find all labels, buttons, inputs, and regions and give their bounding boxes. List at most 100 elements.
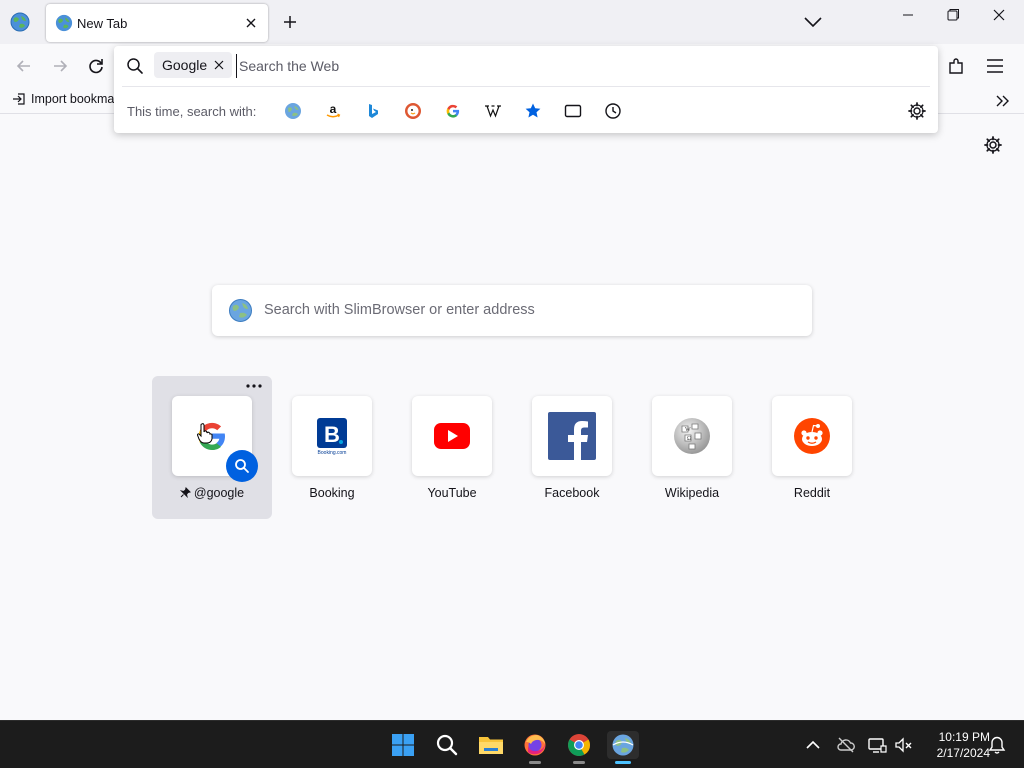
- search-engine-chip-label: Google: [162, 57, 208, 73]
- globe-icon: [55, 14, 73, 32]
- tab-new-tab[interactable]: New Tab: [46, 4, 268, 42]
- double-chevron-icon[interactable]: [994, 92, 1012, 110]
- windows-icon: [392, 734, 414, 756]
- volume-muted-icon[interactable]: [893, 735, 913, 755]
- wikipedia-icon: W Ω: [674, 418, 710, 454]
- bell-icon[interactable]: [987, 735, 1007, 755]
- shortcut-label: YouTube: [427, 486, 477, 500]
- taskbar: 10:19 PM 2/17/2024: [0, 720, 1024, 768]
- reddit-icon: [794, 418, 830, 454]
- firefox-button[interactable]: [521, 731, 549, 764]
- shortcut-icon-box: [772, 396, 852, 476]
- booking-icon: B Booking.com: [317, 418, 347, 456]
- svg-text:B: B: [324, 422, 340, 447]
- tab-icon: [564, 104, 582, 118]
- shortcut-icon-box: B Booking.com: [292, 396, 372, 476]
- search-shortcut-badge: [226, 450, 258, 482]
- oneoff-bookmarks-button[interactable]: [523, 101, 543, 121]
- globe-icon: [612, 734, 634, 756]
- arrow-right-icon[interactable]: [50, 56, 70, 76]
- firefox-icon: [524, 734, 546, 756]
- shortcut-label: @google: [152, 486, 272, 500]
- cloud-offline-icon[interactable]: [836, 735, 856, 755]
- reload-icon[interactable]: [86, 56, 106, 76]
- shortcut-label: Wikipedia: [664, 486, 720, 500]
- gear-icon[interactable]: [983, 135, 1003, 155]
- amazon-icon: a: [326, 102, 341, 118]
- shortcut-icon-box: [532, 396, 612, 476]
- folder-icon: [479, 737, 503, 754]
- clock-icon: [605, 103, 621, 119]
- globe-icon: [229, 299, 252, 322]
- puzzle-icon[interactable]: [946, 56, 966, 76]
- oneoff-wikipedia-button[interactable]: [483, 101, 503, 121]
- slimbrowser-taskbar-button[interactable]: [607, 731, 639, 764]
- shortcut-label: Reddit: [793, 486, 831, 500]
- divider: [122, 86, 930, 87]
- arrow-left-icon[interactable]: [14, 56, 34, 76]
- search-icon: [235, 459, 249, 473]
- youtube-icon: [434, 423, 470, 449]
- start-button[interactable]: [389, 731, 417, 759]
- network-icon[interactable]: [867, 735, 887, 755]
- shortcut-reddit[interactable]: Reddit: [752, 376, 872, 519]
- svg-text:W: W: [685, 427, 691, 433]
- close-icon[interactable]: [214, 60, 224, 70]
- svg-text:Ω: Ω: [687, 436, 692, 442]
- minimize-icon[interactable]: [893, 6, 923, 24]
- active-indicator: [615, 761, 631, 764]
- pin-icon: [179, 487, 191, 498]
- file-explorer-button[interactable]: [477, 731, 505, 759]
- shortcut-label: Booking: [309, 486, 355, 500]
- chrome-icon: [568, 734, 590, 756]
- oneoff-amazon-button[interactable]: a: [323, 101, 343, 121]
- shortcut-google[interactable]: @google: [152, 376, 272, 519]
- close-icon[interactable]: [242, 14, 260, 32]
- shortcut-facebook[interactable]: Facebook: [512, 376, 632, 519]
- oneoff-history-button[interactable]: [603, 101, 623, 121]
- plus-icon[interactable]: [280, 12, 300, 32]
- globe-icon[interactable]: [10, 12, 30, 32]
- chrome-button[interactable]: [565, 731, 593, 764]
- one-off-search-label: This time, search with:: [127, 104, 257, 119]
- taskbar-clock[interactable]: 10:19 PM 2/17/2024: [918, 729, 990, 761]
- wikipedia-icon: [485, 105, 501, 118]
- restore-icon[interactable]: [938, 6, 968, 24]
- url-input[interactable]: [236, 54, 926, 78]
- shortcut-label-text: @google: [193, 486, 245, 500]
- close-icon[interactable]: [984, 6, 1014, 24]
- hamburger-icon[interactable]: [985, 56, 1005, 76]
- shortcut-wikipedia[interactable]: W Ω Wikipedia: [632, 376, 752, 519]
- oneoff-slimbrowser-button[interactable]: [283, 101, 303, 121]
- globe-icon: [285, 103, 301, 119]
- bing-icon: [369, 104, 378, 118]
- chevron-down-icon[interactable]: [802, 12, 824, 32]
- content-search-box[interactable]: [212, 285, 812, 336]
- oneoff-duckduckgo-button[interactable]: [403, 101, 423, 121]
- shortcut-icon-box: W Ω: [652, 396, 732, 476]
- import-bookmarks-label: Import bookmarks...: [31, 92, 116, 106]
- clock-time: 10:19 PM: [938, 730, 990, 744]
- more-options-icon[interactable]: [244, 380, 264, 392]
- oneoff-tabs-button[interactable]: [563, 101, 583, 121]
- import-icon: [13, 93, 25, 105]
- shortcut-youtube[interactable]: YouTube: [392, 376, 512, 519]
- search-icon: [436, 734, 458, 756]
- search-icon: [127, 58, 143, 74]
- chevron-up-icon[interactable]: [803, 735, 823, 755]
- svg-text:a: a: [330, 102, 337, 116]
- star-icon: [525, 103, 541, 118]
- url-bar-dropdown: Google This time, search with: a: [114, 46, 938, 133]
- tab-title: New Tab: [77, 16, 128, 31]
- taskbar-search-button[interactable]: [433, 731, 461, 759]
- oneoff-bing-button[interactable]: [363, 101, 383, 121]
- clock-date: 2/17/2024: [936, 746, 990, 760]
- shortcut-booking[interactable]: B Booking.com Booking: [272, 376, 392, 519]
- shortcut-label: Facebook: [544, 486, 600, 500]
- running-indicator: [529, 761, 541, 764]
- oneoff-google-button[interactable]: [443, 101, 463, 121]
- gear-icon[interactable]: [907, 101, 927, 121]
- search-engine-chip[interactable]: Google: [154, 52, 233, 78]
- import-bookmarks-button[interactable]: Import bookmarks...: [12, 92, 116, 106]
- content-search-input[interactable]: [264, 297, 794, 323]
